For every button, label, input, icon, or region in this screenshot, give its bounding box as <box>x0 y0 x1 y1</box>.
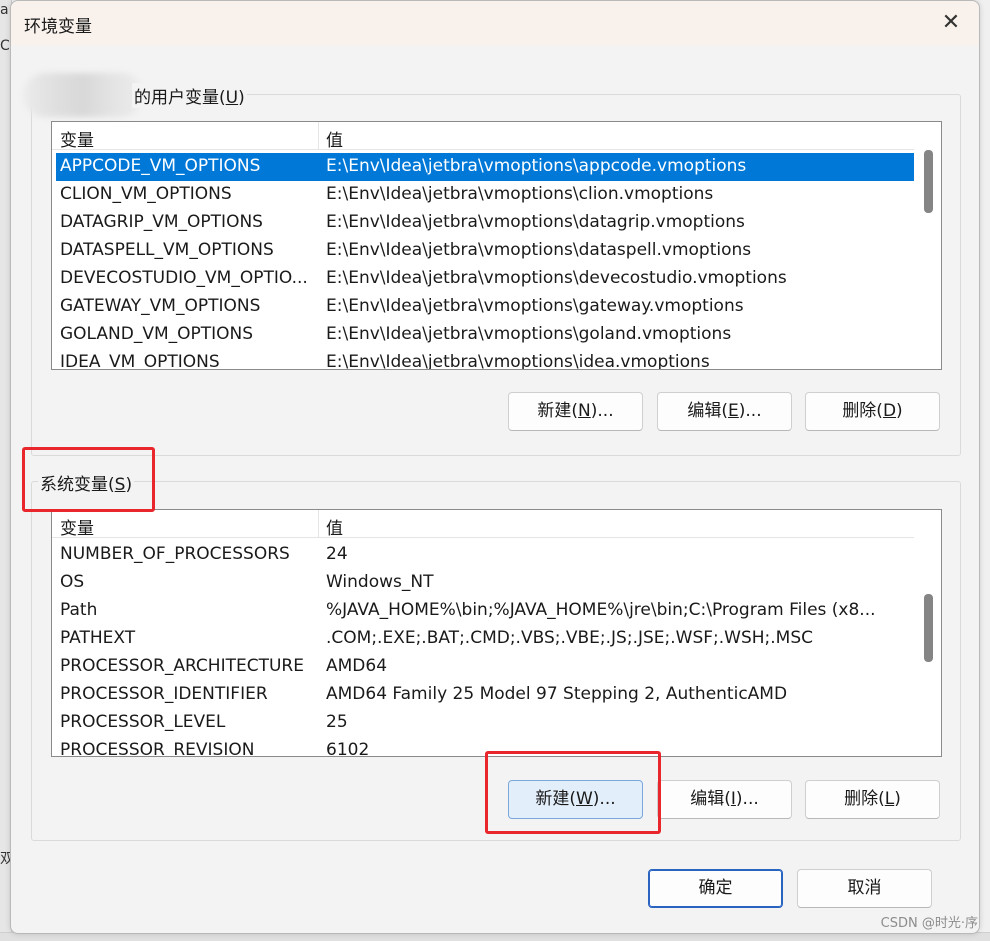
column-header-value[interactable]: 值 <box>320 126 343 151</box>
variable-name-cell: GOLAND_VM_OPTIONS <box>60 324 254 344</box>
table-row[interactable]: DATASPELL_VM_OPTIONS E:\Env\Idea\jetbra\v… <box>56 237 914 265</box>
table-row[interactable]: CLION_VM_OPTIONS E:\Env\Idea\jetbra\vmopt… <box>56 181 914 209</box>
variable-name-cell: CLION_VM_OPTIONS <box>60 184 232 204</box>
variable-value-cell: AMD64 Family 25 Model 97 Stepping 2, Aut… <box>326 684 788 704</box>
annotation-box-new-button <box>485 751 661 834</box>
table-row[interactable]: PROCESSOR_IDENTIFIER AMD64 Family 25 Mode… <box>56 681 914 709</box>
table-row[interactable]: GATEWAY_VM_OPTIONS E:\Env\Idea\jetbra\vmo… <box>56 293 914 321</box>
variable-value-cell: E:\Env\Idea\jetbra\vmoptions\goland.vmop… <box>326 324 732 344</box>
variable-value-cell: 25 <box>326 712 348 732</box>
table-row[interactable]: APPCODE_VM_OPTIONS E:\Env\Idea\jetbra\vmo… <box>56 153 914 181</box>
scrollbar[interactable] <box>914 510 941 756</box>
ok-button[interactable]: 确定 <box>648 869 783 908</box>
table-row[interactable]: Path %JAVA_HOME%\bin;%JAVA_HOME%\jre\bin;… <box>56 597 914 625</box>
annotation-box-system-label <box>22 447 155 512</box>
variable-value-cell: %JAVA_HOME%\bin;%JAVA_HOME%\jre\bin;C:\P… <box>326 600 876 620</box>
user-edit-button[interactable]: 编辑(E)... <box>657 392 792 431</box>
variable-name-cell: IDEA_VM_OPTIONS <box>60 352 220 370</box>
scrollbar[interactable] <box>914 122 941 369</box>
table-row[interactable]: DEVECOSTUDIO_VM_OPTIO... E:\Env\Idea\jetb… <box>56 265 914 293</box>
background-glyph: C <box>0 38 10 54</box>
blurred-username <box>23 73 143 117</box>
variable-value-cell: E:\Env\Idea\jetbra\vmoptions\devecostudi… <box>326 268 787 288</box>
window-title: 环境变量 <box>24 17 92 37</box>
table-row[interactable]: GOLAND_VM_OPTIONS E:\Env\Idea\jetbra\vmop… <box>56 321 914 349</box>
table-row[interactable]: PATHEXT .COM;.EXE;.BAT;.CMD;.VBS;.VBE;.JS… <box>56 625 914 653</box>
system-variables-list[interactable]: 变量 值 NUMBER_OF_PROCESSORS 24 OS Windows_NT P… <box>51 509 942 757</box>
variable-name-cell: GATEWAY_VM_OPTIONS <box>60 296 261 316</box>
variable-name-cell: NUMBER_OF_PROCESSORS <box>60 544 290 564</box>
close-button[interactable]: ✕ <box>935 7 967 39</box>
variable-name-cell: PATHEXT <box>60 628 136 648</box>
variable-name-cell: Path <box>60 600 98 620</box>
table-row[interactable]: OS Windows_NT <box>56 569 914 597</box>
variable-name-cell: DEVECOSTUDIO_VM_OPTIO... <box>60 268 308 288</box>
user-variables-label: 的用户变量(U) <box>132 83 247 108</box>
column-header-name[interactable]: 变量 <box>54 514 94 539</box>
list-header: 变量 值 <box>52 510 914 539</box>
user-variables-list[interactable]: 变量 值 APPCODE_VM_OPTIONS E:\Env\Idea\jetbr… <box>51 121 942 370</box>
variable-value-cell: 24 <box>326 544 348 564</box>
table-row[interactable]: IDEA_VM_OPTIONS E:\Env\Idea\jetbra\vmopti… <box>56 349 914 370</box>
system-delete-button[interactable]: 删除(L) <box>805 780 940 819</box>
column-separator[interactable] <box>318 510 319 538</box>
variable-name-cell: PROCESSOR_LEVEL <box>60 712 226 732</box>
variable-value-cell: E:\Env\Idea\jetbra\vmoptions\idea.vmopti… <box>326 352 710 370</box>
background-glyph: a <box>0 2 9 18</box>
list-header: 变量 值 <box>52 122 914 151</box>
variable-name-cell: PROCESSOR_ARCHITECTURE <box>60 656 304 676</box>
variable-value-cell: .COM;.EXE;.BAT;.CMD;.VBS;.VBE;.JS;.JSE;.… <box>326 628 814 648</box>
variable-name-cell: PROCESSOR_IDENTIFIER <box>60 684 268 704</box>
variable-name-cell: OS <box>60 572 85 592</box>
scrollbar-thumb[interactable] <box>924 150 933 213</box>
column-header-name[interactable]: 变量 <box>54 126 94 151</box>
variable-name-cell: DATAGRIP_VM_OPTIONS <box>60 212 263 232</box>
system-edit-button[interactable]: 编辑(I)... <box>657 780 792 819</box>
table-row[interactable]: PROCESSOR_ARCHITECTURE AMD64 <box>56 653 914 681</box>
user-new-button[interactable]: 新建(N)... <box>508 392 643 431</box>
variable-name-cell: PROCESSOR_REVISION <box>60 740 255 757</box>
column-header-value[interactable]: 值 <box>320 514 343 539</box>
scrollbar-thumb[interactable] <box>924 594 933 662</box>
variable-value-cell: E:\Env\Idea\jetbra\vmoptions\datagrip.vm… <box>326 212 745 232</box>
variable-name-cell: APPCODE_VM_OPTIONS <box>60 156 261 176</box>
column-separator[interactable] <box>318 122 319 150</box>
table-row[interactable]: DATAGRIP_VM_OPTIONS E:\Env\Idea\jetbra\vm… <box>56 209 914 237</box>
variable-name-cell: DATASPELL_VM_OPTIONS <box>60 240 274 260</box>
variable-value-cell: AMD64 <box>326 656 388 676</box>
variable-value-cell: Windows_NT <box>326 572 434 592</box>
watermark: CSDN @时光·序 <box>880 916 978 931</box>
variable-value-cell: E:\Env\Idea\jetbra\vmoptions\clion.vmopt… <box>326 184 714 204</box>
variable-value-cell: E:\Env\Idea\jetbra\vmoptions\dataspell.v… <box>326 240 752 260</box>
cancel-button[interactable]: 取消 <box>797 869 932 908</box>
table-row[interactable]: NUMBER_OF_PROCESSORS 24 <box>56 541 914 569</box>
variable-value-cell: E:\Env\Idea\jetbra\vmoptions\gateway.vmo… <box>326 296 744 316</box>
table-row[interactable]: PROCESSOR_LEVEL 25 <box>56 709 914 737</box>
variable-value-cell: E:\Env\Idea\jetbra\vmoptions\appcode.vmo… <box>326 156 747 176</box>
user-delete-button[interactable]: 删除(D) <box>805 392 940 431</box>
title-bar: 环境变量 ✕ <box>11 1 979 45</box>
